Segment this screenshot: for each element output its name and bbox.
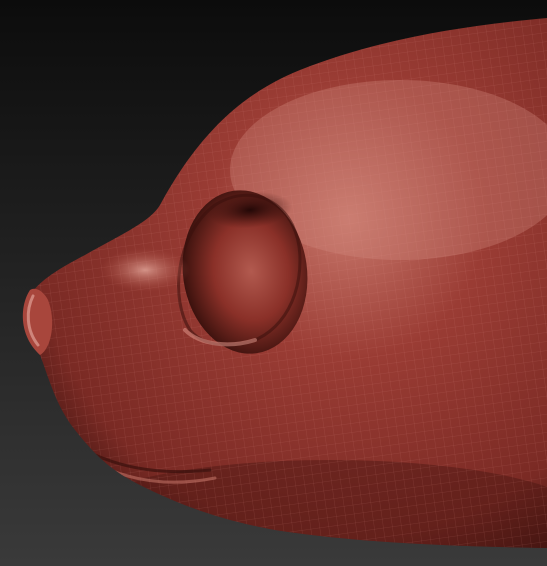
sculpt-head-icon [0,0,547,566]
snout-highlight [100,248,190,292]
sculpt-viewport[interactable] [0,0,547,566]
